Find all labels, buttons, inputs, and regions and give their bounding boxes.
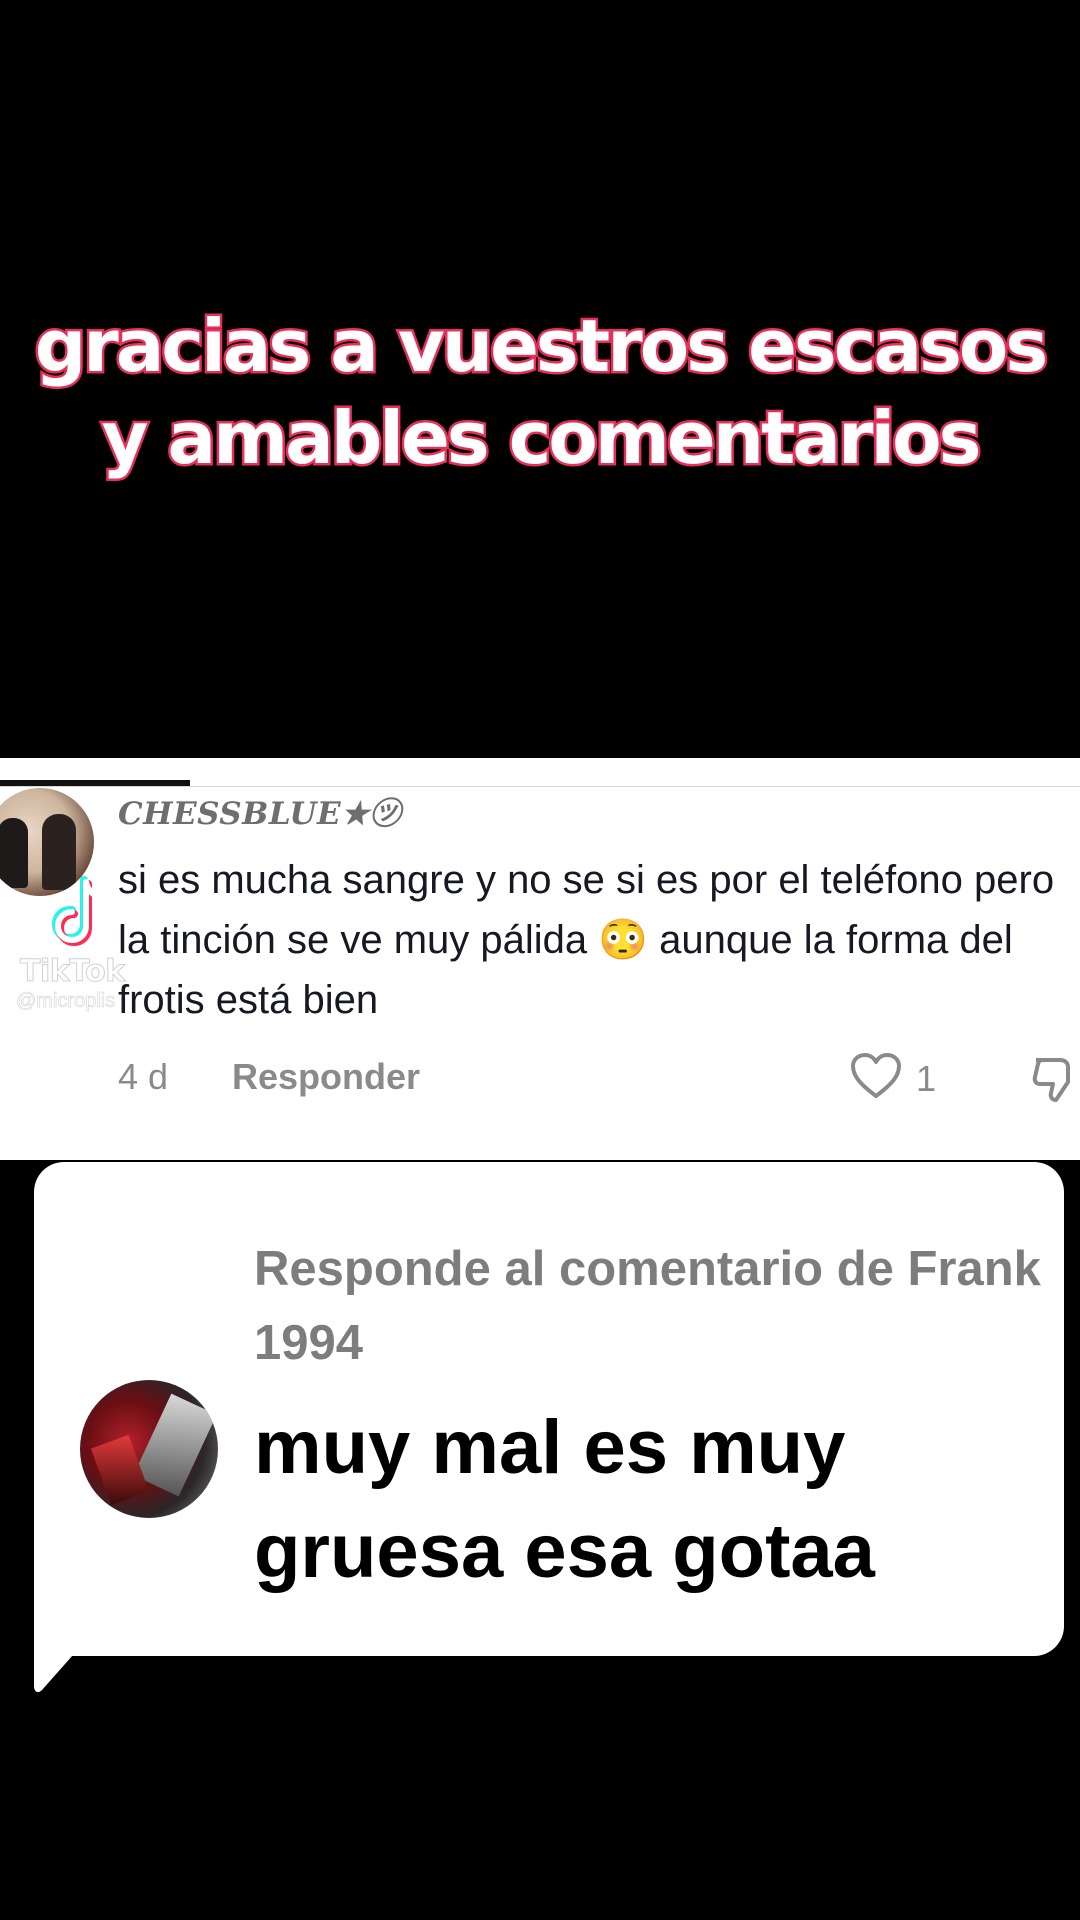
heart-outline-icon[interactable] [850,1052,902,1100]
comment-meta: 4 d Responder [118,1056,420,1098]
video-caption: gracias a vuestros escasos y amables com… [0,300,1080,484]
comment-time: 4 d [118,1056,169,1097]
reply-button[interactable]: Responder [232,1056,420,1097]
avatar[interactable] [80,1380,218,1518]
divider [0,786,1080,787]
caption-line-2: y amables comentarios [99,394,984,483]
bubble-tail [34,1620,104,1700]
comment-username[interactable]: CHESSBLUE★㋡ [118,788,401,833]
scroll-indicator [0,780,190,786]
thumbs-down-icon[interactable] [1030,1054,1080,1104]
tiktok-brand: TikTok [20,954,126,990]
reply-header: Responde al comentario de Frank 1994 [254,1242,1041,1370]
caption-line-1: gracias a vuestros escasos [32,302,1050,391]
tiktok-logo-icon [48,872,118,952]
tiktok-handle: @microplis [16,990,116,1013]
tiktok-watermark: TikTok @microplis [14,868,174,1018]
comment-text: si es mucha sangre y no se si es por el … [118,858,1055,1022]
like-count: 1 [916,1058,937,1099]
reply-text: muy mal es muy gruesa esa gotaa [254,1405,875,1594]
comment-panel: CHESSBLUE★㋡ si es mucha sangre y no se s… [0,758,1080,1160]
